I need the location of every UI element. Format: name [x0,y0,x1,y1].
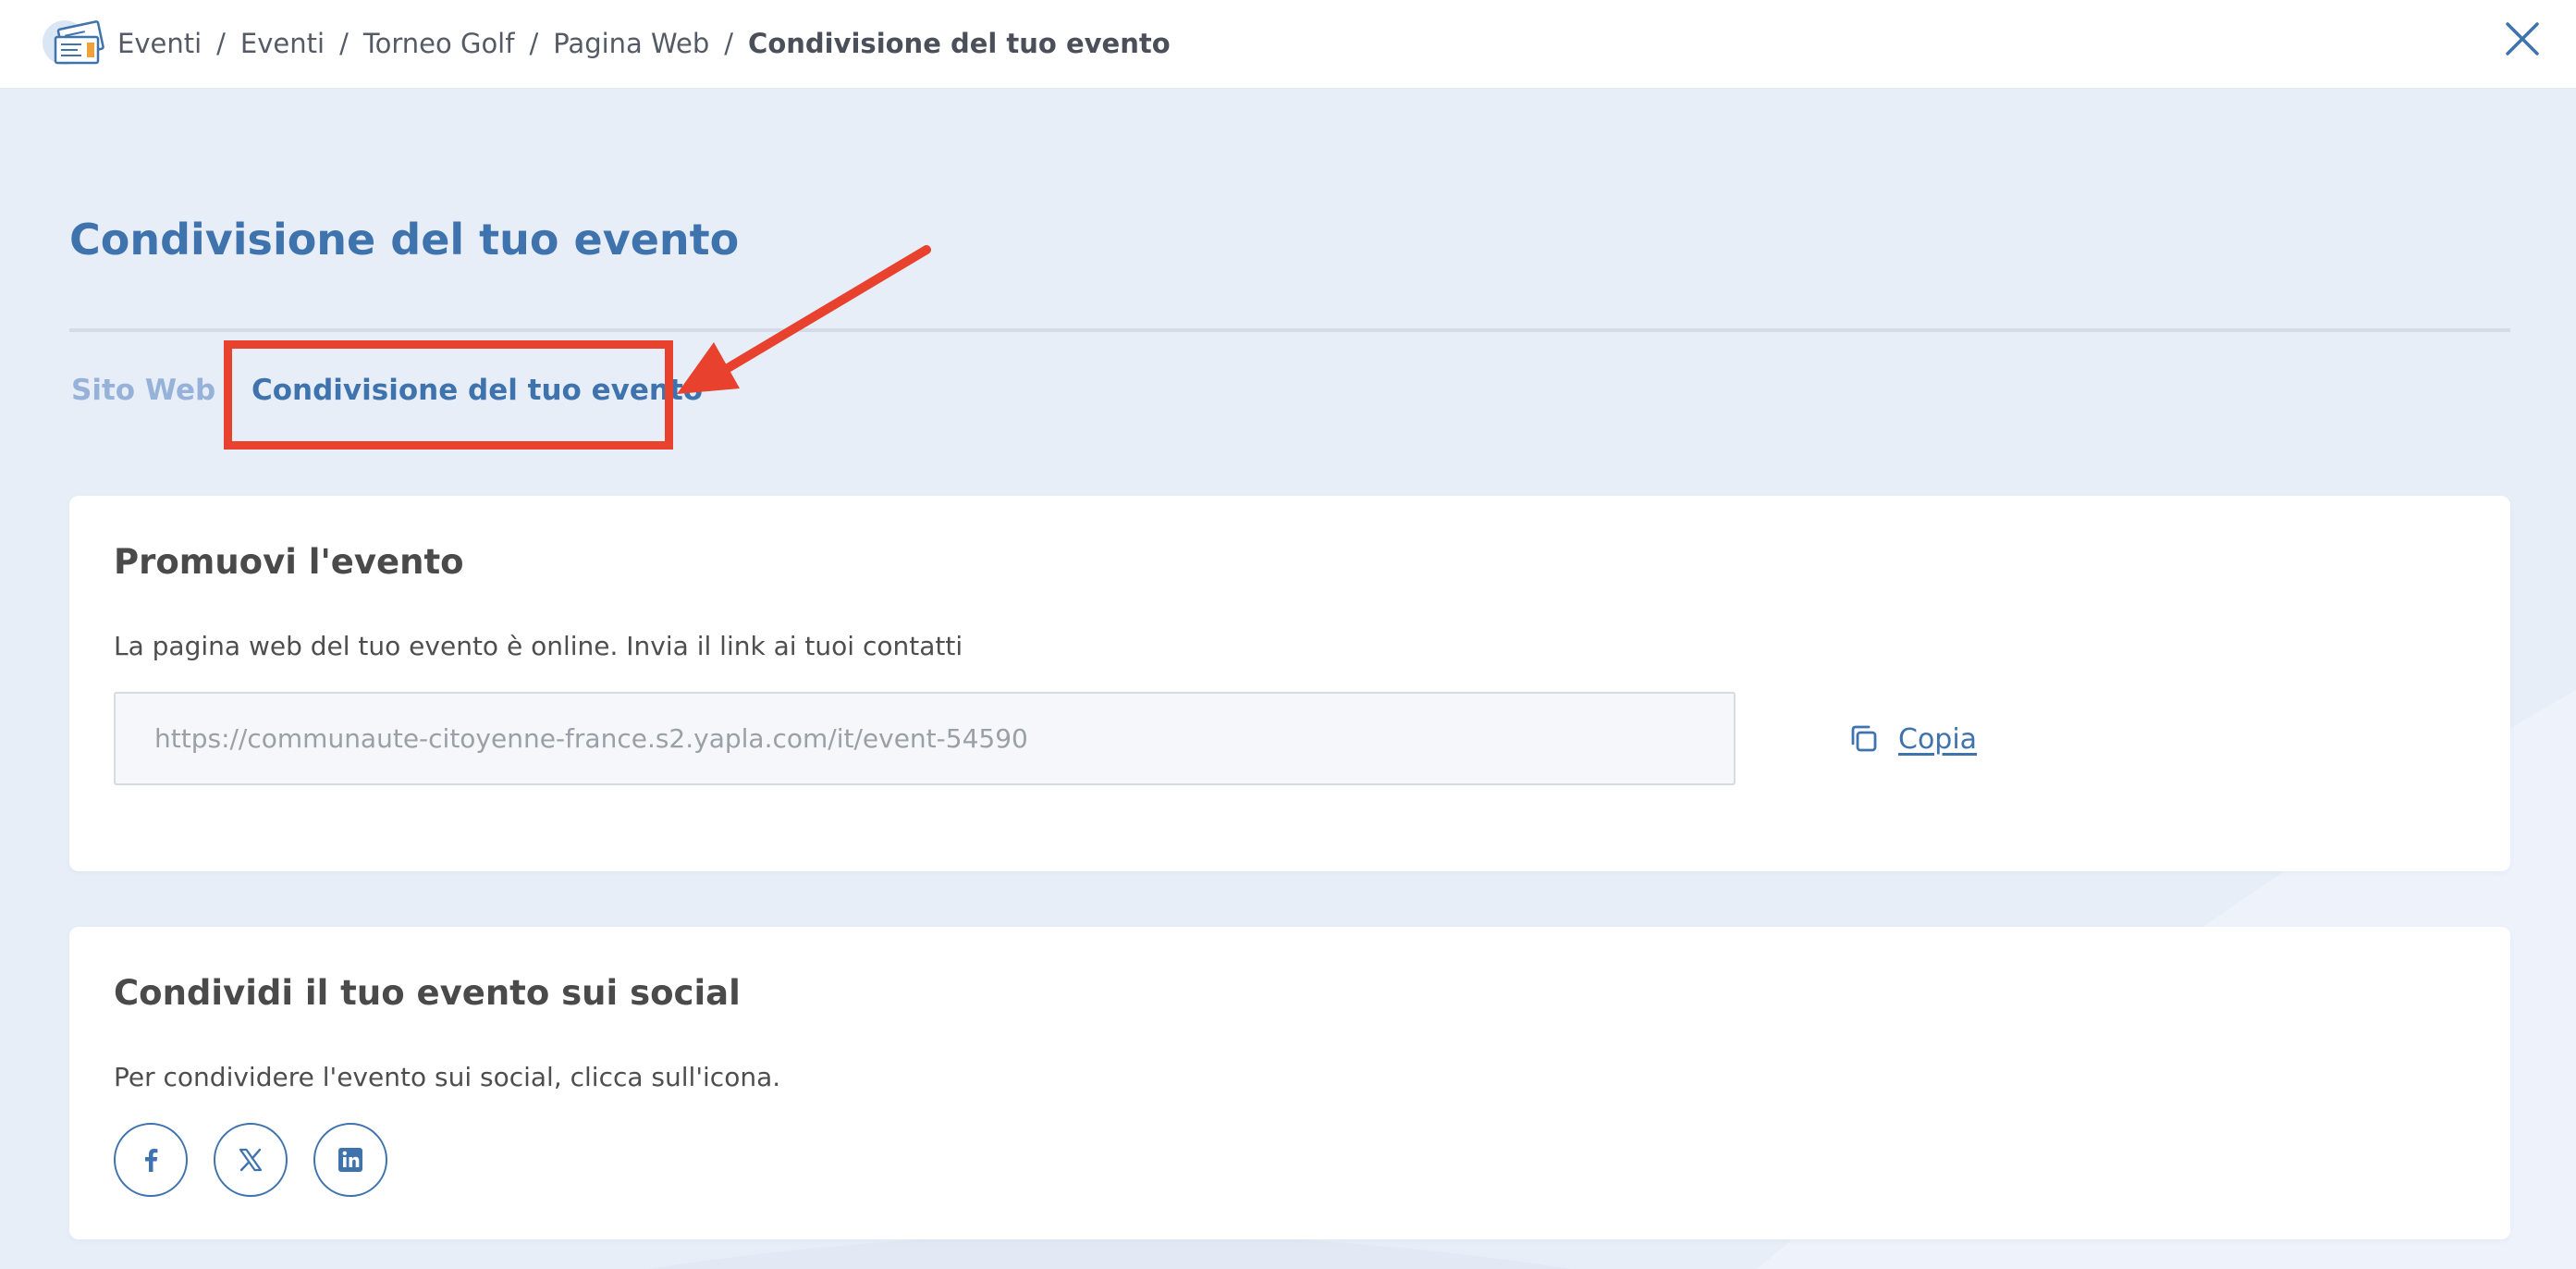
ticket-icon [43,20,104,65]
social-card-title: Condividi il tuo evento sui social [114,973,741,1013]
promote-event-card: Promuovi l'evento La pagina web del tuo … [69,496,2510,871]
breadcrumb-item[interactable]: Eventi [240,28,325,59]
event-link-input[interactable] [114,692,1736,785]
close-icon [2506,22,2539,55]
close-button[interactable] [2500,17,2545,61]
tabs-divider [69,328,2510,332]
breadcrumb-item[interactable]: Torneo Golf [363,28,515,59]
share-x-button[interactable] [214,1123,288,1197]
promote-card-title: Promuovi l'evento [114,542,464,582]
page-title: Condivisione del tuo evento [69,215,740,265]
breadcrumb-current: Condivisione del tuo evento [748,28,1171,59]
breadcrumb-separator: / [724,28,734,59]
top-bar: Eventi / Eventi / Torneo Golf / Pagina W… [0,0,2576,89]
breadcrumb-separator: / [216,28,226,59]
facebook-icon [145,1149,158,1172]
promote-card-description: La pagina web del tuo evento è online. I… [114,631,963,661]
linkedin-icon [338,1148,362,1172]
breadcrumb: Eventi / Eventi / Torneo Golf / Pagina W… [117,20,1171,67]
x-icon [239,1148,263,1172]
copy-label: Copia [1898,722,1978,756]
copy-icon [1851,725,1877,752]
annotation-arrow-icon [677,245,931,394]
breadcrumb-separator: / [339,28,349,59]
copy-link-button[interactable]: Copia [1848,716,1977,762]
breadcrumb-item[interactable]: Eventi [117,28,202,59]
social-card-description: Per condividere l'evento sui social, cli… [114,1062,781,1092]
share-linkedin-button[interactable] [313,1123,387,1197]
breadcrumb-separator: / [529,28,539,59]
annotation-highlight-box [224,340,673,450]
breadcrumb-item[interactable]: Pagina Web [553,28,709,59]
share-facebook-button[interactable] [114,1123,188,1197]
share-social-card: Condividi il tuo evento sui social Per c… [69,927,2510,1239]
tab-sito-web[interactable]: Sito Web [71,374,215,407]
